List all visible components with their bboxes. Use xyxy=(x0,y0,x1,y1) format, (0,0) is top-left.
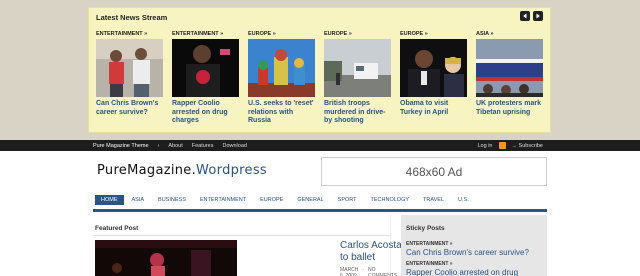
sticky-category[interactable]: ENTERTAINMENT » xyxy=(406,241,453,247)
login-link[interactable]: Log in xyxy=(478,143,493,149)
logo-main: PureMagazine. xyxy=(97,163,197,178)
top-nav: Pure Magazine Theme › About Features Dow… xyxy=(93,140,247,151)
item-title[interactable]: Obama to visit Turkey in April xyxy=(400,100,467,117)
item-thumbnail[interactable] xyxy=(248,39,315,97)
sticky-posts: Sticky Posts ENTERTAINMENT » Can Chris B… xyxy=(401,215,547,276)
item-category[interactable]: ENTERTAINMENT » xyxy=(172,31,239,39)
rss-icon[interactable] xyxy=(498,142,506,149)
stream-item[interactable]: EUROPE » U.S. seeks to 'reset' relations… xyxy=(248,31,315,126)
subscribe-link[interactable]: → Subscribe xyxy=(512,143,544,149)
sticky-title[interactable]: Can Chris Brown's career survive? xyxy=(406,248,529,257)
main-menu-bar: HOME ASIA BUSINESS ENTERTAINMENT EUROPE … xyxy=(0,192,640,215)
top-nav-features[interactable]: Features xyxy=(192,143,214,149)
menu-item-sport[interactable]: SPORT xyxy=(332,195,363,205)
featured-post: Featured Post Carlos Acosta: From backst… xyxy=(93,215,485,276)
item-category[interactable]: EUROPE » xyxy=(248,31,315,39)
site-header: PureMagazine.Wordpress 468x60 Ad xyxy=(0,151,640,192)
stream-item[interactable]: EUROPE » Obama to visit Turkey in April xyxy=(400,31,467,126)
top-nav-about[interactable]: About xyxy=(168,143,182,149)
logo-accent: Wordpress xyxy=(196,163,267,178)
item-title[interactable]: UK protesters mark Tibetan uprising xyxy=(476,100,543,117)
menu-item-us[interactable]: U.S. xyxy=(452,195,475,205)
meta-separator: · xyxy=(362,267,365,273)
featured-date: MARCH 6, 2009 xyxy=(340,267,359,276)
item-category[interactable]: ASIA » xyxy=(476,31,543,39)
latest-news-stream: Latest News Stream ENTERTAINMENT » Can C… xyxy=(88,7,551,133)
menu-item-entertainment[interactable]: ENTERTAINMENT xyxy=(194,195,252,205)
item-thumbnail[interactable] xyxy=(96,39,163,97)
site-logo[interactable]: PureMagazine.Wordpress xyxy=(97,163,267,178)
stream-nav xyxy=(520,11,543,21)
chevron-left-icon xyxy=(523,13,527,19)
stream-title: Latest News Stream xyxy=(96,13,168,22)
menu-item-home[interactable]: HOME xyxy=(95,195,124,205)
menu-item-general[interactable]: GENERAL xyxy=(291,195,329,205)
menu-item-business[interactable]: BUSINESS xyxy=(152,195,192,205)
item-category[interactable]: EUROPE » xyxy=(400,31,467,39)
item-title[interactable]: U.S. seeks to 'reset' relations with Rus… xyxy=(248,100,315,126)
featured-meta: MARCH 6, 2009 · NO COMMENTS xyxy=(340,267,397,276)
featured-comments[interactable]: NO COMMENTS xyxy=(368,267,397,276)
top-bar-right: Log in → Subscribe xyxy=(478,140,544,151)
stream-item[interactable]: ASIA » UK protesters mark Tibetan uprisi… xyxy=(476,31,543,126)
item-thumbnail[interactable] xyxy=(476,39,543,97)
top-nav-download[interactable]: Download xyxy=(222,143,246,149)
item-category[interactable]: ENTERTAINMENT » xyxy=(96,31,163,39)
chevron-right-icon xyxy=(536,13,540,19)
item-title[interactable]: British troops murdered in drive-by shoo… xyxy=(324,100,391,126)
top-nav-arrow: › xyxy=(157,142,160,149)
top-bar: Pure Magazine Theme › About Features Dow… xyxy=(0,140,640,151)
menu-divider xyxy=(93,209,547,212)
menu-item-technology[interactable]: TECHNOLOGY xyxy=(365,195,416,205)
main-menu: HOME ASIA BUSINESS ENTERTAINMENT EUROPE … xyxy=(95,195,475,205)
stream-item[interactable]: ENTERTAINMENT » Can Chris Brown's career… xyxy=(96,31,163,126)
stream-items: ENTERTAINMENT » Can Chris Brown's career… xyxy=(96,31,543,126)
sticky-label: Sticky Posts xyxy=(406,225,445,232)
featured-divider xyxy=(93,235,391,236)
sticky-title[interactable]: Rapper Coolio arrested on drug xyxy=(406,268,518,276)
content-area: Featured Post Carlos Acosta: From backst… xyxy=(0,215,640,276)
menu-item-travel[interactable]: TRAVEL xyxy=(417,195,450,205)
item-thumbnail[interactable] xyxy=(400,39,467,97)
prev-button[interactable] xyxy=(520,11,530,21)
sticky-category[interactable]: ENTERTAINMENT » xyxy=(406,261,453,267)
item-title[interactable]: Rapper Coolio arrested on drug charges xyxy=(172,100,239,126)
item-thumbnail[interactable] xyxy=(172,39,239,97)
item-thumbnail[interactable] xyxy=(324,39,391,97)
item-category[interactable]: EUROPE » xyxy=(324,31,391,39)
top-nav-home[interactable]: Pure Magazine Theme xyxy=(93,143,149,149)
ad-banner[interactable]: 468x60 Ad xyxy=(321,157,547,186)
menu-item-asia[interactable]: ASIA xyxy=(126,195,151,205)
stream-item[interactable]: EUROPE » British troops murdered in driv… xyxy=(324,31,391,126)
stream-item[interactable]: ENTERTAINMENT » Rapper Coolio arrested o… xyxy=(172,31,239,126)
menu-item-europe[interactable]: EUROPE xyxy=(254,195,289,205)
featured-label: Featured Post xyxy=(95,225,139,232)
item-title[interactable]: Can Chris Brown's career survive? xyxy=(96,100,163,117)
featured-thumbnail[interactable] xyxy=(95,240,237,276)
next-button[interactable] xyxy=(533,11,543,21)
